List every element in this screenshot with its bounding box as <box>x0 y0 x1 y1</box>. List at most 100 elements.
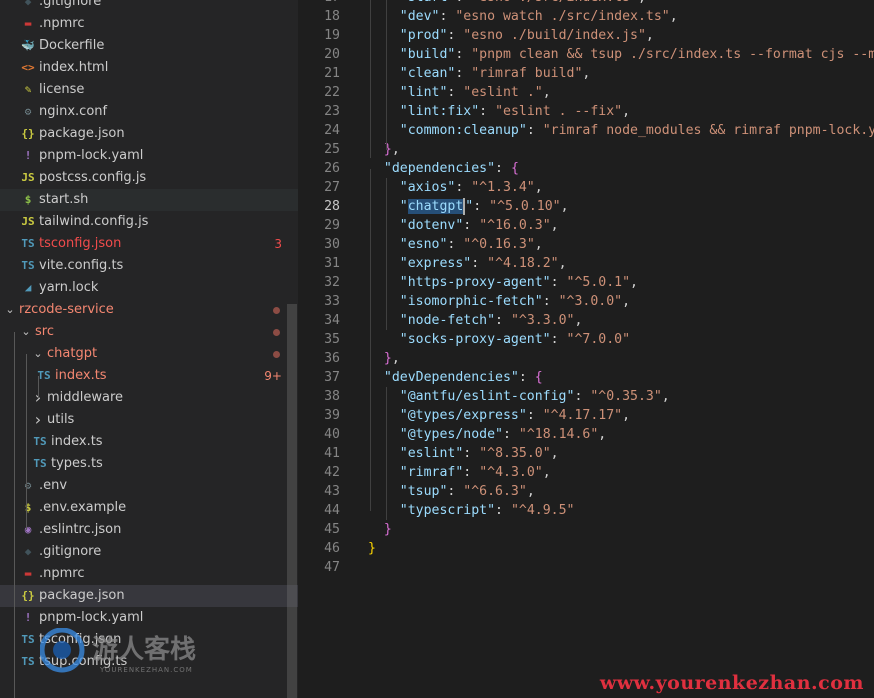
code-line[interactable]: 21 "clean": "rimraf build", <box>298 64 874 83</box>
file-package.json[interactable]: {} package.json <box>0 123 298 145</box>
file-dot-env[interactable]: ⚙ .env <box>0 475 298 497</box>
code-token: "tsup" <box>399 484 448 499</box>
code-line[interactable]: 27 "axios": "^1.3.4", <box>298 178 874 197</box>
file-dot-env.example[interactable]: $ .env.example <box>0 497 298 519</box>
file-license[interactable]: ✎ license <box>0 79 298 101</box>
code-line[interactable]: 36 }, <box>298 349 874 368</box>
folder-chatgpt[interactable]: ⌄ chatgpt <box>0 343 298 365</box>
indent-guide <box>386 178 387 330</box>
file-tailwind.config.js[interactable]: JS tailwind.config.js <box>0 211 298 233</box>
chevron-down-icon[interactable]: ⌄ <box>32 343 44 365</box>
file-vite.config.ts[interactable]: TS vite.config.ts <box>0 255 298 277</box>
code-line[interactable]: 24 "common:cleanup": "rimraf node_module… <box>298 121 874 140</box>
file-Dockerfile[interactable]: 🐳 Dockerfile <box>0 35 298 57</box>
code-line[interactable]: 45 } <box>298 520 874 539</box>
file-dot-npmrc[interactable]: ▬ .npmrc <box>0 13 298 35</box>
code-line[interactable]: 23 "lint:fix": "eslint . --fix", <box>298 102 874 121</box>
folder-src[interactable]: ⌄ src <box>0 321 298 343</box>
file-package.json[interactable]: {} package.json <box>0 585 298 607</box>
code-line[interactable]: 17 "start": "esno ./src/index.ts", <box>298 0 874 7</box>
modified-dot-icon <box>273 329 280 336</box>
chevron-down-icon[interactable]: ⌄ <box>4 299 16 321</box>
code-line[interactable]: 40 "@types/node": "^18.14.6", <box>298 425 874 444</box>
file-dot-npmrc[interactable]: ▬ .npmrc <box>0 563 298 585</box>
code-editor[interactable]: 17 "start": "esno ./src/index.ts",18 "de… <box>298 0 874 698</box>
indent-guide <box>26 354 27 530</box>
line-number: 22 <box>324 85 340 100</box>
code-token: : <box>495 503 511 518</box>
code-line[interactable]: 29 "dotenv": "^16.0.3", <box>298 216 874 235</box>
code-line[interactable]: 20 "build": "pnpm clean && tsup ./src/in… <box>298 45 874 64</box>
code-line[interactable]: 39 "@types/express": "^4.17.17", <box>298 406 874 425</box>
code-line[interactable]: 47 <box>298 558 874 577</box>
code-token: "@antfu/eslint-config" <box>399 389 575 404</box>
problems-badge: 3 <box>274 237 282 251</box>
file-start.sh[interactable]: $ start.sh <box>0 189 298 211</box>
file-dot-gitignore[interactable]: ◆ .gitignore <box>0 0 298 13</box>
file-tsconfig.json[interactable]: TS tsconfig.json 3 <box>0 233 298 255</box>
code-line[interactable]: 42 "rimraf": "^4.3.0", <box>298 463 874 482</box>
code-line[interactable]: 19 "prod": "esno ./build/index.js", <box>298 26 874 45</box>
file-yarn.lock[interactable]: ◢ yarn.lock <box>0 277 298 299</box>
git-icon: ◆ <box>24 545 32 558</box>
file-index.html[interactable]: <> index.html <box>0 57 298 79</box>
tree-item-label: middleware <box>47 390 124 405</box>
line-number: 44 <box>324 503 340 518</box>
code-line[interactable]: 34 "node-fetch": "^3.3.0", <box>298 311 874 330</box>
code-token: "^8.35.0" <box>479 446 551 461</box>
chevron-down-icon[interactable]: ⌄ <box>20 321 32 343</box>
line-code: "dev": "esno watch ./src/index.ts", <box>368 7 678 26</box>
code-token: { <box>510 161 519 176</box>
code-line[interactable]: 18 "dev": "esno watch ./src/index.ts", <box>298 7 874 26</box>
code-line[interactable]: 44 "typescript": "^4.9.5" <box>298 501 874 520</box>
file-postcss.config.js[interactable]: JS postcss.config.js <box>0 167 298 189</box>
file-pnpm-lock.yaml[interactable]: ! pnpm-lock.yaml <box>0 607 298 629</box>
code-line[interactable]: 22 "lint": "eslint .", <box>298 83 874 102</box>
file-tsconfig.json[interactable]: TS tsconfig.json <box>0 629 298 651</box>
json-icon: {} <box>21 127 35 140</box>
file-nginx.conf[interactable]: ⚙ nginx.conf <box>0 101 298 123</box>
folder-middleware[interactable]: ›middleware <box>0 387 298 409</box>
code-token: : <box>550 275 567 290</box>
file-index.ts[interactable]: TS index.ts 9+ <box>0 365 298 387</box>
tree-item-label: tsconfig.json <box>39 236 122 251</box>
code-line[interactable]: 38 "@antfu/eslint-config": "^0.35.3", <box>298 387 874 406</box>
code-line[interactable]: 35 "socks-proxy-agent": "^7.0.0" <box>298 330 874 349</box>
code-line[interactable]: 37 "devDependencies": { <box>298 368 874 387</box>
code-token: "eslint . --fix" <box>495 104 623 119</box>
file-dot-gitignore[interactable]: ◆ .gitignore <box>0 541 298 563</box>
code-token: , <box>598 427 607 442</box>
file-pnpm-lock.yaml[interactable]: ! pnpm-lock.yaml <box>0 145 298 167</box>
code-line[interactable]: 25 }, <box>298 140 874 159</box>
code-line[interactable]: 26 "dependencies": { <box>298 159 874 178</box>
code-line[interactable]: 43 "tsup": "^6.6.3", <box>298 482 874 501</box>
code-token: : <box>526 408 543 423</box>
code-token: "^3.0.0" <box>558 294 623 309</box>
code-line[interactable]: 33 "isomorphic-fetch": "^3.0.0", <box>298 292 874 311</box>
code-line[interactable]: 31 "express": "^4.18.2", <box>298 254 874 273</box>
line-number: 23 <box>324 104 340 119</box>
file-index.ts[interactable]: TS index.ts <box>0 431 298 453</box>
line-code: "devDependencies": { <box>368 368 543 387</box>
code-line[interactable]: 41 "eslint": "^8.35.0", <box>298 444 874 463</box>
folder-utils[interactable]: › utils <box>0 409 298 431</box>
html-icon: <> <box>21 61 35 74</box>
code-line[interactable]: 30 "esno": "^0.16.3", <box>298 235 874 254</box>
line-code: "lint:fix": "eslint . --fix", <box>368 102 630 121</box>
chevron-right-icon[interactable]: › <box>32 409 44 431</box>
code-token: "^4.18.2" <box>487 256 559 271</box>
file-dot-eslintrc.json[interactable]: ◉ .eslintrc.json <box>0 519 298 541</box>
folder-rzcode-service[interactable]: ⌄ rzcode-service <box>0 299 298 321</box>
explorer-scrollbar[interactable] <box>287 304 297 698</box>
file-tsup.config.ts[interactable]: TS tsup.config.ts <box>0 651 298 673</box>
file-types.ts[interactable]: TS types.ts <box>0 453 298 475</box>
line-code: }, <box>368 349 400 368</box>
code-token: , <box>630 275 638 290</box>
code-line[interactable]: 28 "chatgpt ": "^5.0.10", <box>298 197 874 216</box>
code-line[interactable]: 32 "https-proxy-agent": "^5.0.1", <box>298 273 874 292</box>
code-line[interactable]: 46} <box>298 539 874 558</box>
code-token: , <box>582 66 591 81</box>
